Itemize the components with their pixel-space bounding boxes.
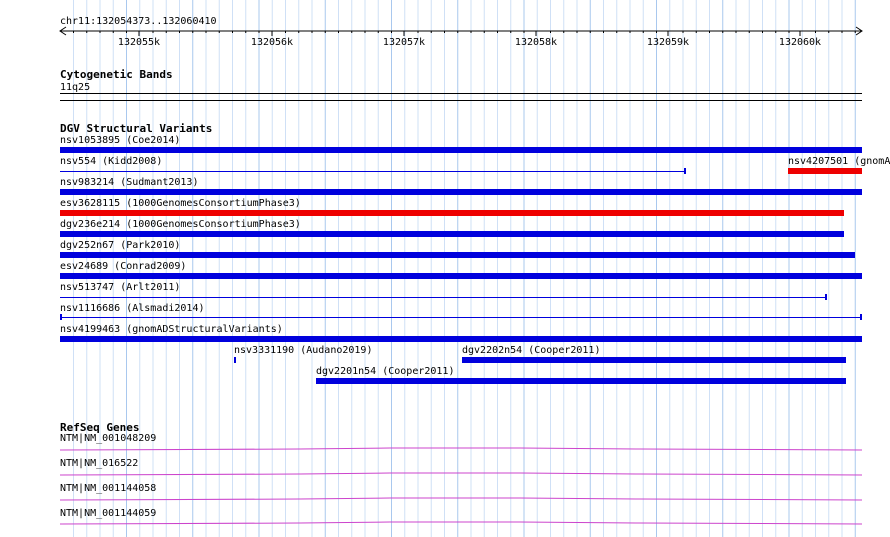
gene-intron-line[interactable] — [59, 521, 863, 525]
gene-intron-line[interactable] — [59, 447, 863, 451]
gene-intron-line[interactable] — [59, 497, 863, 501]
refseq-gene-models[interactable] — [0, 0, 890, 537]
gene-intron-line[interactable] — [59, 472, 863, 476]
